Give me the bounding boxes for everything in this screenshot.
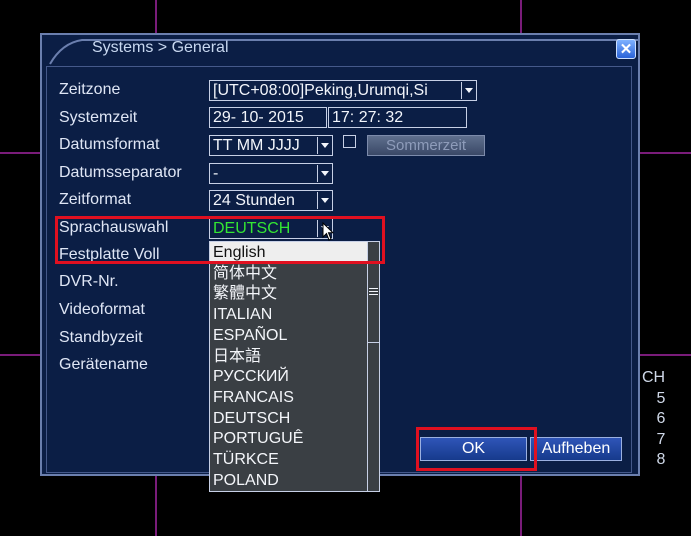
close-icon: ✕ <box>619 41 633 58</box>
grid-line-horizontal-right-low <box>640 354 691 356</box>
grid-line-horizontal-left <box>0 152 40 154</box>
channel-header: CH <box>642 369 666 386</box>
cancel-button[interactable]: Aufheben <box>530 437 622 461</box>
system-date-value: 29- 10- 2015 <box>213 109 304 126</box>
language-option-italian[interactable]: ITALIAN <box>213 304 272 325</box>
language-dropdown-scrollbar[interactable] <box>367 242 379 491</box>
datumsformat-select[interactable]: TT MM JJJJ <box>209 135 333 156</box>
datumsseparator-dropdown-arrow-icon[interactable] <box>317 165 331 182</box>
datumsformat-value: TT MM JJJJ <box>213 137 300 154</box>
system-date-input[interactable]: 29- 10- 2015 <box>209 107 327 128</box>
ok-highlight-frame <box>416 427 537 471</box>
grid-line-vertical-left-bottom <box>155 476 157 536</box>
label-zeitformat: Zeitformat <box>59 191 132 208</box>
language-option-turkish[interactable]: TÜRKCE <box>213 449 279 470</box>
language-option-german[interactable]: DEUTSCH <box>213 408 290 429</box>
scroll-grip-icon <box>369 288 378 297</box>
channel-8: 8 <box>656 451 666 468</box>
label-datumsformat: Datumsformat <box>59 136 160 153</box>
grid-line-vertical-right <box>520 0 522 33</box>
grid-line-vertical-right-bottom <box>520 476 522 536</box>
language-option-russian[interactable]: РУССКИЙ <box>213 366 289 387</box>
sommerzeit-button[interactable]: Sommerzeit <box>367 135 485 156</box>
mouse-pointer-icon <box>322 222 334 241</box>
language-option-simplified-chinese[interactable]: 简体中文 <box>213 263 277 284</box>
zeitzone-value: [UTC+08:00]Peking,Urumqi,Si <box>213 82 428 99</box>
zeitformat-dropdown-arrow-icon[interactable] <box>317 192 331 209</box>
grid-line-horizontal-right <box>640 152 691 154</box>
zeitzone-dropdown-arrow-icon[interactable] <box>461 82 475 99</box>
title-bar[interactable]: Systems > General ✕ <box>42 35 638 65</box>
sommerzeit-checkbox[interactable] <box>343 135 356 148</box>
language-option-spanish[interactable]: ESPAÑOL <box>213 325 287 346</box>
language-option-french[interactable]: FRANCAIS <box>213 387 294 408</box>
system-time-value: 17: 27: 32 <box>332 109 404 126</box>
label-dvr-nr: DVR-Nr. <box>59 273 119 290</box>
channel-6: 6 <box>656 410 666 427</box>
label-videoformat: Videoformat <box>59 301 145 318</box>
datumsseparator-value: - <box>213 165 219 182</box>
system-time-input[interactable]: 17: 27: 32 <box>328 107 467 128</box>
datumsformat-dropdown-arrow-icon[interactable] <box>317 137 331 154</box>
close-button[interactable]: ✕ <box>616 39 636 59</box>
label-systemzeit: Systemzeit <box>59 109 138 126</box>
zeitformat-select[interactable]: 24 Stunden <box>209 190 333 211</box>
zeitzone-select[interactable]: [UTC+08:00]Peking,Urumqi,Si <box>209 80 477 101</box>
language-option-traditional-chinese[interactable]: 繁體中文 <box>213 283 277 304</box>
sprachauswahl-highlight-frame <box>55 216 385 264</box>
grid-line-vertical-left <box>155 0 157 33</box>
language-option-poland[interactable]: POLAND <box>213 470 279 491</box>
label-zeitzone: Zeitzone <box>59 81 121 98</box>
zeitformat-value: 24 Stunden <box>213 192 295 209</box>
label-standbyzeit: Standbyzeit <box>59 329 143 346</box>
language-dropdown-list[interactable]: English 简体中文 繁體中文 ITALIAN ESPAÑOL 日本語 РУ… <box>209 241 380 492</box>
label-datumsseparator: Datumsseparator <box>59 164 182 181</box>
grid-line-horizontal-left-low <box>0 354 40 356</box>
language-option-japanese[interactable]: 日本語 <box>213 346 261 367</box>
label-geraetename: Gerätename <box>59 356 148 373</box>
datumsseparator-select[interactable]: - <box>209 163 333 184</box>
channel-list: CH 5 6 7 8 <box>642 368 676 471</box>
channel-5: 5 <box>656 389 666 407</box>
window-title: Systems > General <box>92 39 229 56</box>
channel-7: 7 <box>656 430 666 448</box>
language-option-portuguese[interactable]: PORTUGUÊ <box>213 428 303 449</box>
